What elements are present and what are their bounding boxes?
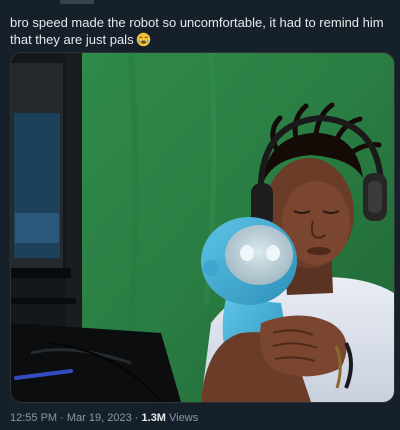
tweet-time[interactable]: 12:55 PM [10, 412, 57, 424]
views-count: 1.3M [141, 412, 166, 424]
tweet-date[interactable]: Mar 19, 2023 [67, 412, 132, 424]
tweet-meta: 12:55 PM · Mar 19, 2023 · 1.3M Views [10, 412, 198, 424]
meta-separator: · [60, 412, 64, 424]
tweet-card: bro speed made the robot so uncomfortabl… [0, 0, 400, 430]
tweet-text-container: bro speed made the robot so uncomfortabl… [10, 14, 390, 51]
video-frame [11, 53, 394, 402]
views-label: Views [169, 412, 199, 424]
meta-separator-2: · [134, 412, 139, 424]
previous-tweet-stub [60, 0, 94, 4]
crying-face-emoji-icon [136, 32, 151, 51]
tweet-text: bro speed made the robot so uncomfortabl… [10, 15, 384, 47]
tweet-video[interactable] [10, 52, 395, 403]
